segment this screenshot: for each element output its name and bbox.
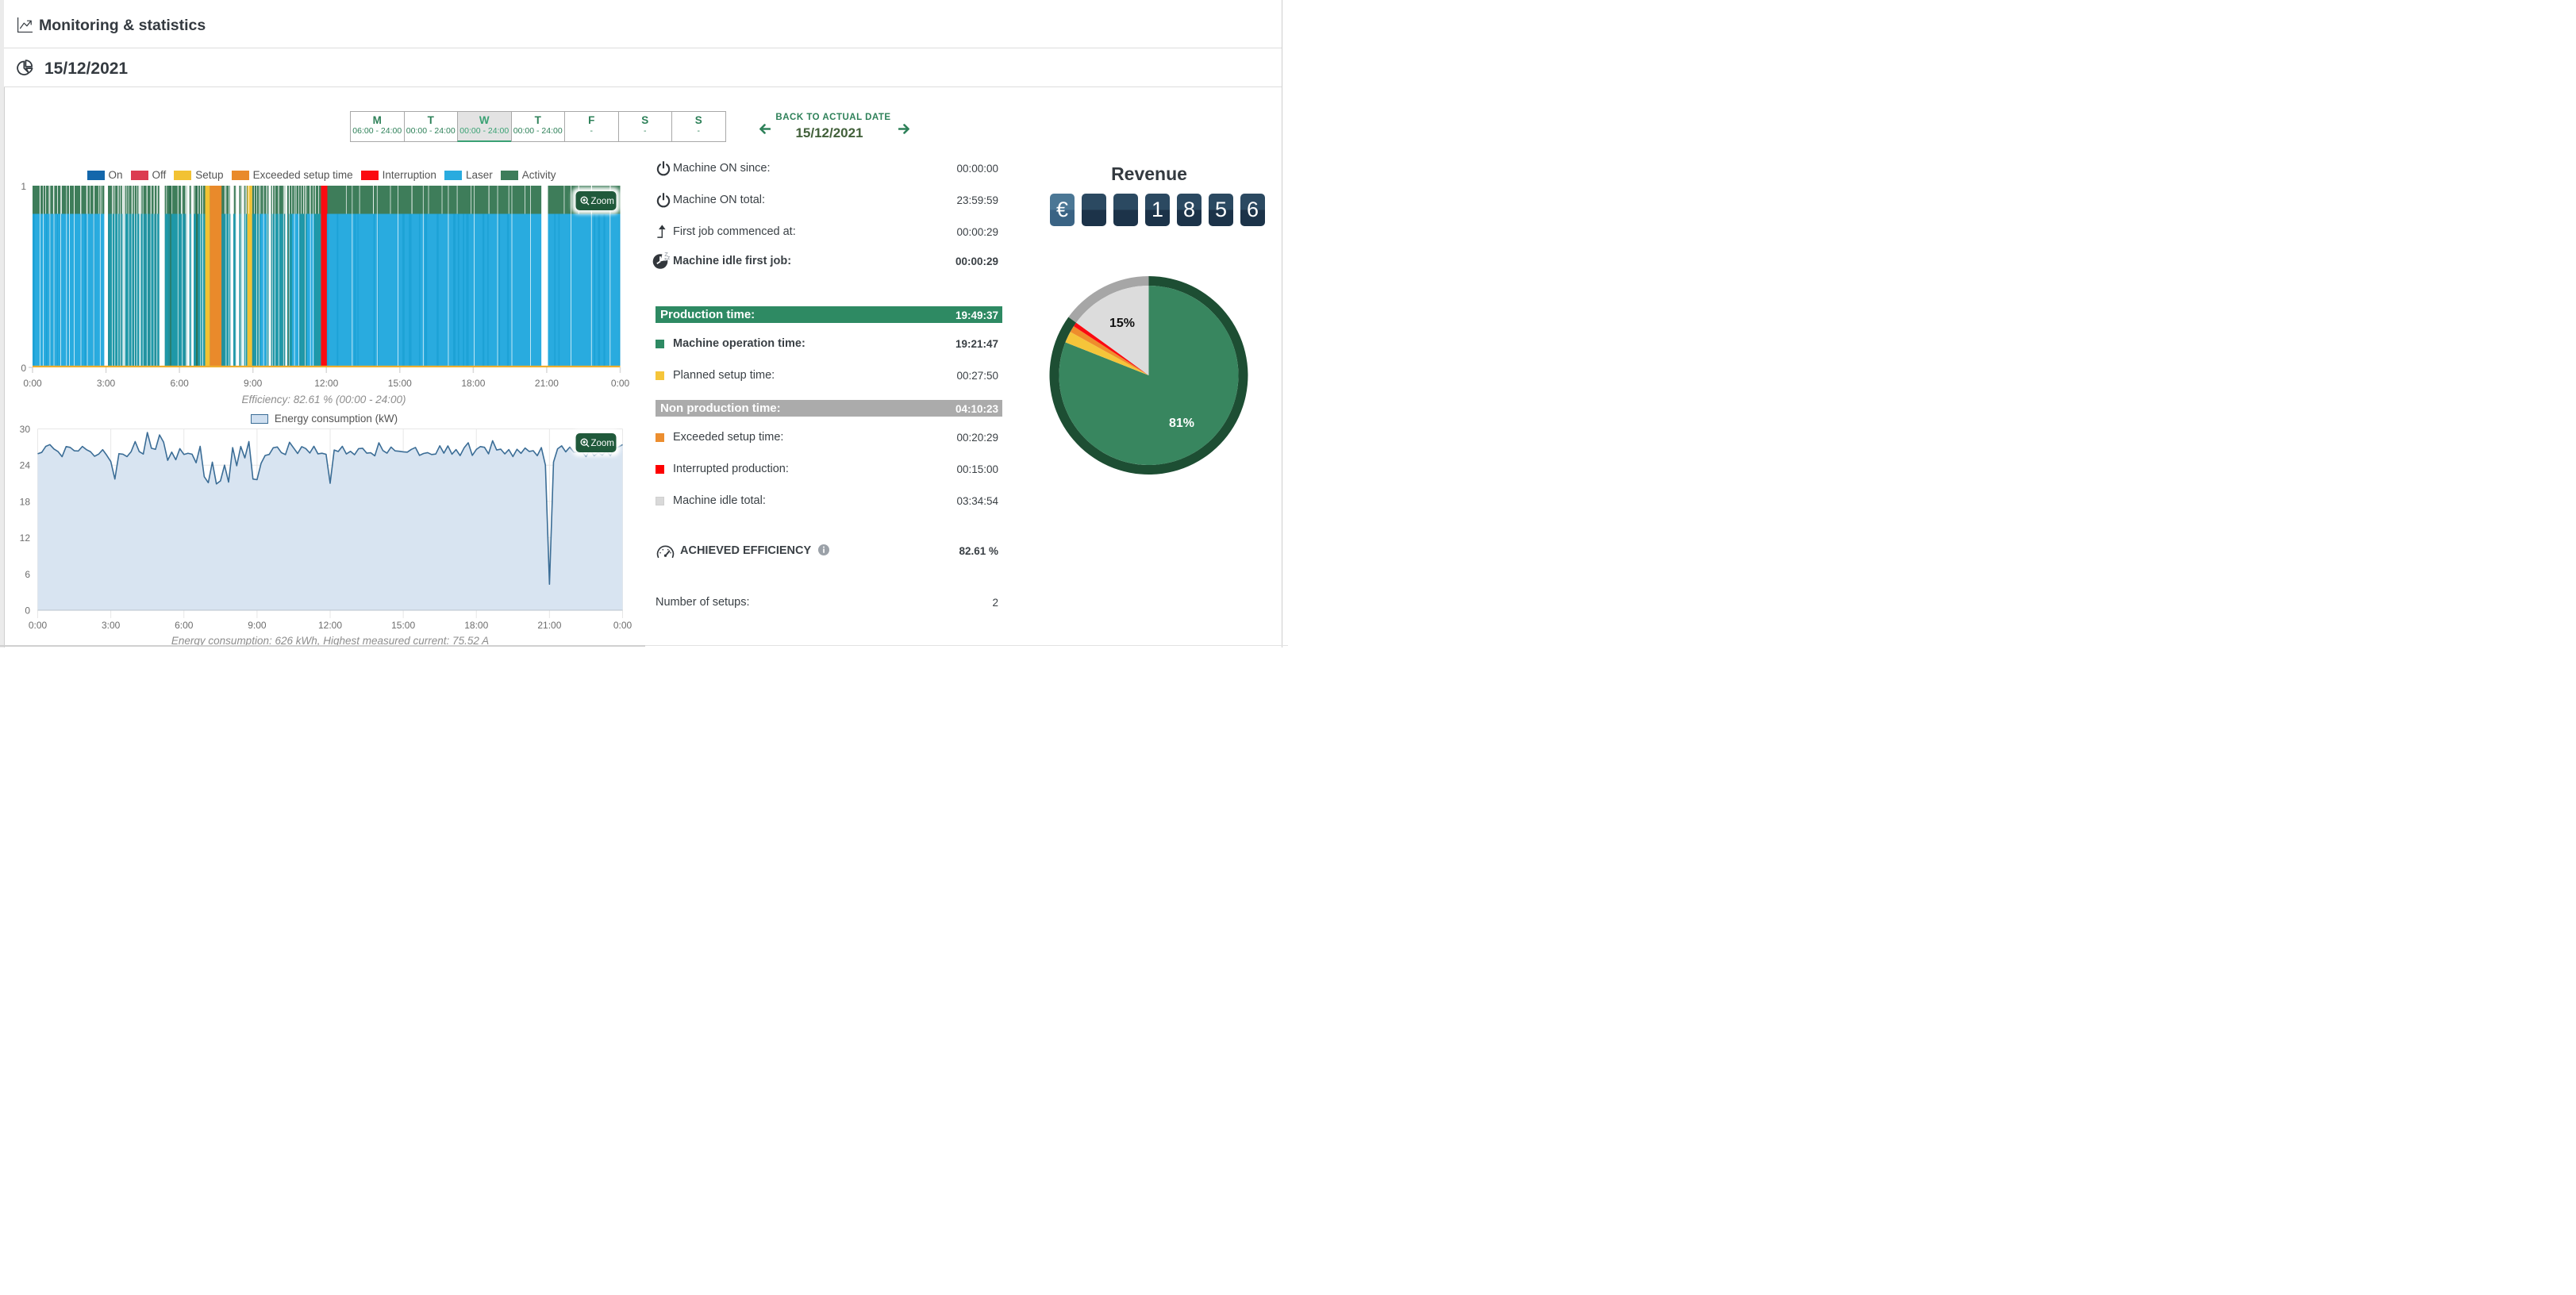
svg-text:9:00: 9:00 — [244, 378, 263, 389]
svg-text:z: z — [664, 256, 667, 263]
svg-text:0: 0 — [21, 363, 26, 374]
svg-text:24: 24 — [20, 460, 31, 471]
svg-text:Efficiency: 82.61 % (00:00 - 2: Efficiency: 82.61 % (00:00 - 24:00) — [241, 394, 406, 405]
svg-text:15:00: 15:00 — [391, 620, 415, 631]
svg-text:0:00: 0:00 — [611, 378, 630, 389]
svg-text:6: 6 — [25, 569, 30, 580]
svg-text:30: 30 — [20, 424, 31, 435]
svg-text:15%: 15% — [1109, 317, 1135, 330]
svg-text:0:00: 0:00 — [29, 620, 48, 631]
svg-text:81%: 81% — [1169, 417, 1194, 430]
svg-text:18:00: 18:00 — [464, 620, 488, 631]
svg-text:3:00: 3:00 — [97, 378, 116, 389]
svg-text:6:00: 6:00 — [175, 620, 194, 631]
svg-text:18: 18 — [20, 496, 31, 507]
svg-text:21:00: 21:00 — [537, 620, 561, 631]
svg-text:18:00: 18:00 — [461, 378, 485, 389]
svg-text:z: z — [667, 254, 671, 261]
svg-text:Zoom: Zoom — [591, 197, 614, 206]
svg-text:0: 0 — [25, 605, 30, 617]
svg-text:0:00: 0:00 — [613, 620, 632, 631]
svg-text:3:00: 3:00 — [102, 620, 121, 631]
svg-text:6:00: 6:00 — [170, 378, 189, 389]
svg-text:Zoom: Zoom — [591, 439, 614, 448]
svg-text:12:00: 12:00 — [314, 378, 338, 389]
svg-text:15:00: 15:00 — [388, 378, 412, 389]
svg-text:9:00: 9:00 — [248, 620, 267, 631]
svg-text:12: 12 — [20, 532, 31, 544]
svg-text:21:00: 21:00 — [535, 378, 559, 389]
svg-text:12:00: 12:00 — [318, 620, 342, 631]
svg-text:0:00: 0:00 — [23, 378, 42, 389]
svg-text:1: 1 — [21, 181, 26, 192]
